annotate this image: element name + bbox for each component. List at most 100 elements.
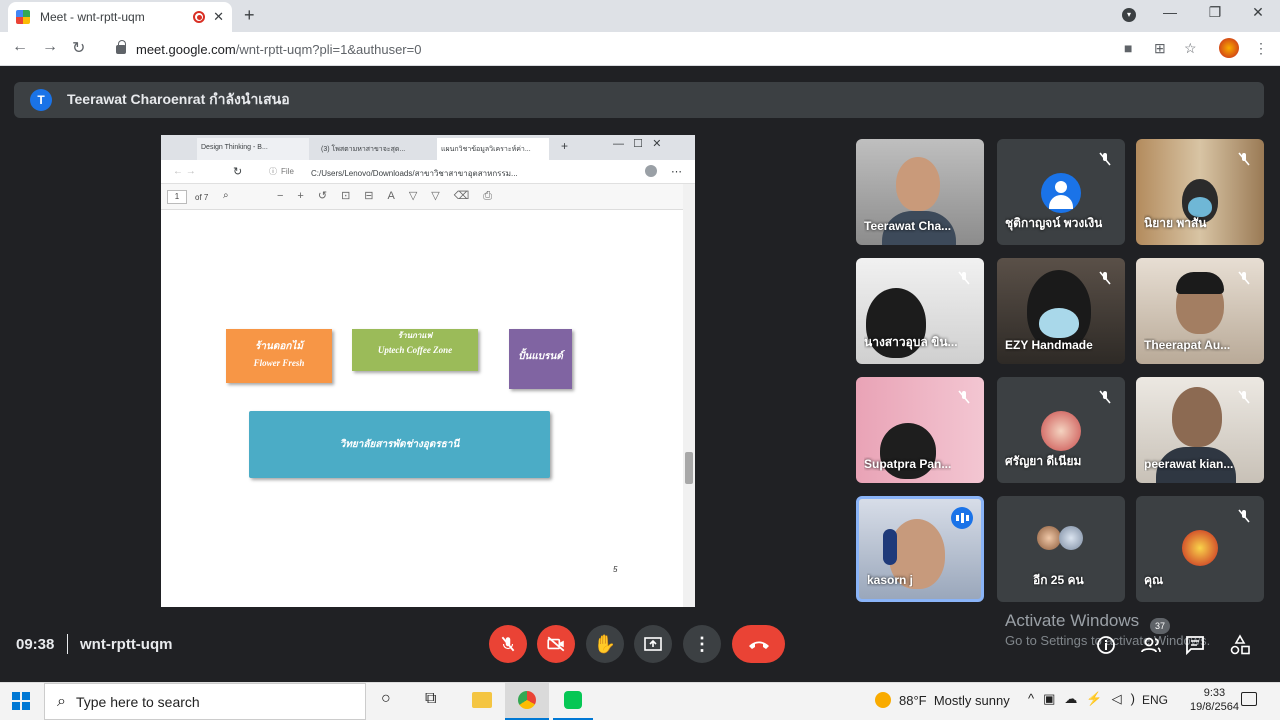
participant-tile-self[interactable]: คุณ — [1136, 496, 1264, 602]
participant-tile[interactable]: นางสาวอุบล ขิน... — [856, 258, 984, 364]
system-tray-icons[interactable]: ^▣☁⚡◁) — [1028, 691, 1144, 707]
activities-icon[interactable] — [1229, 634, 1251, 656]
microphone-toggle-button[interactable] — [489, 625, 527, 663]
participant-name: ศรัญยา ดีเนียม — [1005, 454, 1082, 468]
chrome-taskbar-button[interactable] — [505, 682, 549, 720]
camera-icon[interactable]: ■ — [1124, 40, 1132, 56]
participant-name: นางสาวอุบล ขิน... — [864, 335, 958, 349]
self-avatar — [1182, 530, 1218, 566]
participant-avatar — [1059, 526, 1083, 550]
language-indicator[interactable]: ENG — [1142, 693, 1168, 707]
pdf-tools-icons: −+↺⊡⊟A▽▽⌫⎙ — [277, 190, 507, 202]
participant-video — [896, 157, 940, 211]
tab-title: Meet - wnt-rptt-uqm — [40, 10, 145, 24]
mic-off-icon — [1099, 390, 1111, 404]
shared-window-controls-icon: — ☐ ✕ — [613, 138, 662, 150]
participant-tile[interactable]: ศรัญยา ดีเนียม — [997, 377, 1125, 483]
mic-off-icon — [1099, 271, 1111, 285]
line-taskbar-button[interactable] — [553, 682, 593, 720]
mic-off-icon — [1238, 509, 1250, 523]
close-window-button[interactable]: ✕ — [1238, 4, 1278, 21]
profile-avatar[interactable] — [1219, 38, 1239, 58]
camera-toggle-button[interactable] — [537, 625, 575, 663]
participant-tile[interactable]: Teerawat Cha... — [856, 139, 984, 245]
people-icon[interactable] — [1140, 634, 1162, 656]
participant-name: peerawat kian... — [1144, 457, 1234, 471]
taskbar-time: 9:33 — [1203, 687, 1226, 699]
box-brand-line1: ปั้นแบรนด์ — [518, 351, 563, 362]
pdf-page-of: of 7 — [195, 193, 209, 202]
participant-tile[interactable]: นิยาย พาสัน — [1136, 139, 1264, 245]
present-screen-button[interactable] — [634, 625, 672, 663]
bookmark-star-icon[interactable]: ☆ — [1184, 40, 1197, 57]
back-icon[interactable]: ← — [12, 38, 28, 56]
mic-off-icon — [958, 390, 970, 404]
pdf-scrollbar — [683, 184, 695, 607]
participant-avatar — [1041, 173, 1081, 213]
taskbar-search-box[interactable]: ⌕ Type here to search — [44, 683, 366, 720]
forward-icon[interactable]: → — [42, 38, 58, 56]
lock-icon — [116, 39, 126, 54]
participant-tile[interactable]: ชุติกาญจน์ พวงเงิน — [997, 139, 1125, 245]
end-call-button[interactable] — [732, 625, 785, 663]
mic-off-icon — [1238, 152, 1250, 166]
meeting-details-icon[interactable] — [1095, 634, 1117, 656]
participant-tile-speaking[interactable]: kasorn j — [856, 496, 984, 602]
shared-reload-icon: ↻ — [233, 166, 243, 178]
search-icon: ⌕ — [57, 692, 66, 710]
shared-info-icon: ⓘ — [269, 167, 277, 176]
more-vert-icon: ⋮ — [693, 633, 711, 654]
box-college-line1: วิทยาลัยสารพัดช่างอุดรธานี — [339, 439, 460, 450]
participant-name: Supatpra Pan... — [864, 457, 952, 471]
speaking-indicator-icon — [951, 507, 973, 529]
shared-url-label: File — [281, 167, 294, 176]
new-tab-button[interactable]: + — [244, 5, 255, 26]
browser-tab-meet[interactable]: Meet - wnt-rptt-uqm ✕ — [8, 2, 232, 32]
shared-profile-icon — [645, 165, 657, 177]
weather-widget[interactable]: 88°F Mostly sunny — [875, 692, 1010, 708]
minimize-button[interactable]: — — [1150, 4, 1190, 20]
tab-close-button[interactable]: ✕ — [213, 9, 224, 25]
reload-icon[interactable]: ↻ — [72, 38, 85, 58]
participant-name: Teerawat Cha... — [864, 219, 952, 233]
participant-tile[interactable]: Theerapat Au... — [1136, 258, 1264, 364]
participant-hair — [1176, 272, 1224, 294]
pdf-toolbar: 1 of 7 ⌕ −+↺⊡⊟A▽▽⌫⎙ — [161, 184, 695, 210]
phone-hangup-icon — [748, 641, 769, 649]
taskbar-clock[interactable]: 9:33 19/8/2564 — [1190, 686, 1239, 714]
browser-menu-icon[interactable]: ⋮ — [1254, 40, 1268, 57]
present-icon — [644, 637, 662, 651]
cortana-icon[interactable]: ○ — [381, 690, 391, 708]
task-view-icon[interactable]: ⧉ — [425, 690, 436, 708]
presenter-banner: T Teerawat Charoenrat กำลังนำเสนอ — [14, 82, 1264, 118]
headphones-icon — [883, 529, 897, 565]
participant-tile[interactable]: EZY Handmade — [997, 258, 1125, 364]
file-explorer-icon[interactable] — [472, 692, 492, 708]
participant-tile[interactable]: peerawat kian... — [1136, 377, 1264, 483]
chat-icon[interactable] — [1184, 634, 1206, 656]
participant-tile[interactable]: Supatpra Pan... — [856, 377, 984, 483]
pdf-search-icon: ⌕ — [223, 190, 229, 201]
shared-screen: Design Thinking - B... (3) โพสตามหาสาขาจ… — [161, 135, 695, 607]
shared-tab-3: แผนกวิชาข้อมูลวิเคราะห์ค่า... — [437, 138, 549, 160]
box-flower-line1: ร้านดอกไม้ — [255, 341, 303, 352]
maximize-button[interactable]: ❐ — [1195, 4, 1235, 21]
shared-tab-strip: Design Thinking - B... (3) โพสตามหาสาขาจ… — [161, 135, 695, 160]
tab-search-icon[interactable]: ▾ — [1122, 8, 1136, 22]
address-bar[interactable]: meet.google.com/wnt-rptt-uqm?pli=1&authu… — [104, 36, 1114, 62]
shared-tab-2: (3) โพสตามหาสาขาจะสุด... — [321, 146, 406, 153]
notifications-icon[interactable] — [1241, 692, 1257, 706]
box-coffee-line2: Uptech Coffee Zone — [377, 345, 453, 355]
box-college: วิทยาลัยสารพัดช่างอุดรธานี — [249, 411, 550, 478]
weather-text: Mostly sunny — [933, 692, 1010, 708]
participant-tile-others[interactable]: อีก 25 คน — [997, 496, 1125, 602]
pdf-page-number: 5 — [613, 565, 618, 574]
windows-start-icon[interactable] — [12, 692, 30, 710]
shared-url: C:/Users/Lenovo/Downloads/สาขาวิชาสาขาอุ… — [311, 169, 518, 178]
more-options-button[interactable]: ⋮ — [683, 625, 721, 663]
translate-icon[interactable]: ⊞ — [1154, 40, 1166, 57]
participant-name: อีก 25 คน — [1033, 573, 1084, 587]
participant-mask — [1039, 308, 1079, 338]
divider — [67, 634, 68, 654]
raise-hand-button[interactable]: ✋ — [586, 625, 624, 663]
